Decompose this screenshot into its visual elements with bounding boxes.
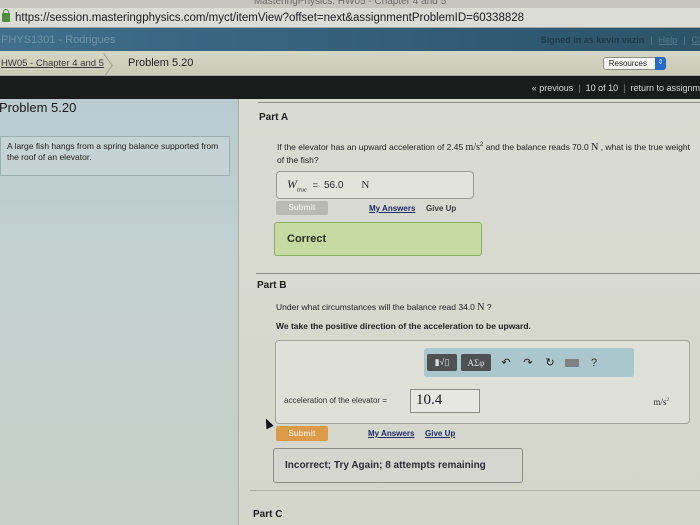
part-b-answer-box: ▮√▯ ΑΣφ ↶ ↷ ↻ ? acceleration of the elev… [275,340,690,424]
pager-bar: « previous | 10 of 10 | return to assign… [0,76,700,99]
help-link[interactable]: Help [659,35,678,45]
page-position: 10 of 10 [585,82,619,93]
resources-label: Resources [608,59,647,68]
part-b-note: We take the positive direction of the ac… [276,321,531,331]
reset-icon[interactable]: ↻ [539,356,561,369]
breadcrumb-current: Problem 5.20 [127,57,194,69]
course-name: PHYS1301 - Rodrigues [1,33,116,46]
divider: | [623,82,626,93]
acceleration-label: acceleration of the elevator = [284,396,387,405]
variable-w-true: Wtrue [287,176,307,194]
problem-statement: A large fish hangs from a spring balance… [0,136,230,176]
lock-icon [2,9,10,22]
breadcrumb: HW05 - Chapter 4 and 5 Problem 5.20 Reso… [0,51,700,76]
part-b-submit-button[interactable]: Submit [276,426,328,441]
problem-sidebar: Problem 5.20 A large fish hangs from a s… [0,99,239,525]
part-a-submit-button: Submit [276,201,328,215]
part-a-question: If the elevator has an upward accelerati… [277,141,690,165]
course-bar: PHYS1301 - Rodrigues Signed in as kevin … [0,28,700,51]
keyboard-icon[interactable] [565,358,579,367]
part-a-label: Part A [259,112,289,123]
symbols-button[interactable]: ΑΣφ [461,354,491,371]
part-a-answer-box: Wtrue = 56.0 N [276,171,474,199]
part-a-my-answers-link[interactable]: My Answers [369,204,415,213]
part-b-feedback-incorrect: Incorrect; Try Again; 8 attempts remaini… [273,448,523,483]
undo-icon[interactable]: ↶ [495,356,517,369]
signed-in-text: Signed in as kevin vazin [540,34,645,45]
part-a-feedback-correct: Correct [274,222,482,256]
redo-icon[interactable]: ↷ [517,356,539,369]
templates-button[interactable]: ▮√▯ [427,354,457,371]
return-to-assignment-link[interactable]: return to assignm [630,83,700,93]
part-b-my-answers-link[interactable]: My Answers [368,429,414,438]
resources-select[interactable]: Resources ⇕ [602,57,666,70]
select-arrows-icon: ⇕ [655,57,666,70]
divider: | [683,34,686,45]
address-bar[interactable]: https://session.masteringphysics.com/myc… [0,8,700,28]
math-toolbar: ▮√▯ ΑΣφ ↶ ↷ ↻ ? [424,348,634,377]
part-c-label: Part C [253,509,283,520]
part-a-answer-value: 56.0 [323,179,344,191]
part-b-label: Part B [257,280,287,291]
window-title: MasteringPhysics: HW05 - Chapter 4 and 5 [0,0,700,8]
part-b-unit: m/s2 [653,397,669,407]
problem-title: Problem 5.20 [0,100,77,115]
divider: | [578,82,581,93]
acceleration-input[interactable]: 10.4 [410,389,480,413]
breadcrumb-assignment-link[interactable]: HW05 - Chapter 4 and 5 [0,58,104,69]
url-text[interactable]: https://session.masteringphysics.com/myc… [15,12,524,24]
part-a-unit: N [361,179,370,191]
mouse-cursor [262,416,274,430]
part-b-divider [256,273,700,274]
help-icon[interactable]: ? [585,357,603,369]
close-link[interactable]: Cl [692,35,700,45]
part-c-divider [250,490,700,491]
problem-parts: Part A If the elevator has an upward acc… [240,99,700,525]
part-a-divider [258,102,700,103]
part-b-question: Under what circumstances will the balanc… [276,302,492,313]
chevron-right-icon [108,51,120,76]
part-a-give-up: Give Up [426,204,457,213]
previous-link[interactable]: « previous [532,83,574,93]
part-b-give-up-link[interactable]: Give Up [425,429,455,438]
divider: | [650,34,653,45]
